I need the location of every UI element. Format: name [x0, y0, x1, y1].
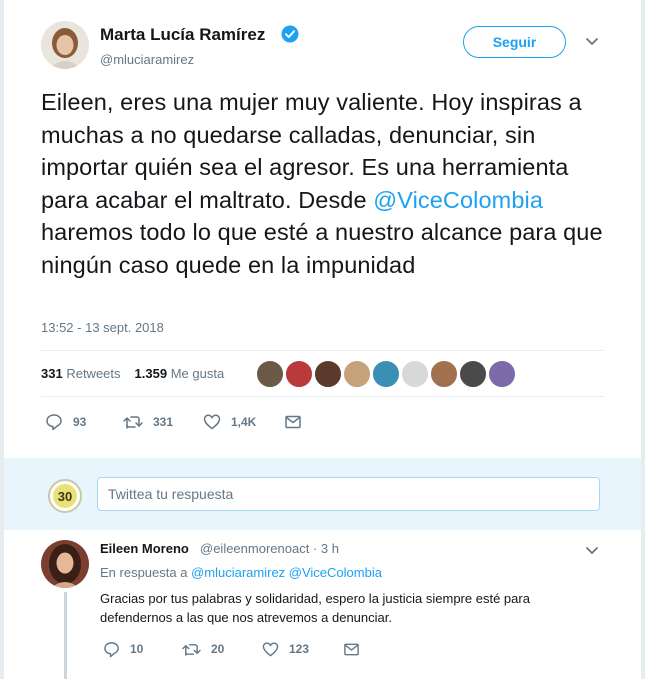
liker-avatar[interactable]: [459, 360, 487, 388]
retweet-button[interactable]: 331: [123, 411, 173, 433]
liker-avatar[interactable]: [372, 360, 400, 388]
like-button[interactable]: 1,4K: [203, 411, 256, 433]
liker-avatar[interactable]: [314, 360, 342, 388]
retweet-icon: [123, 416, 143, 429]
liker-avatar[interactable]: [256, 360, 284, 388]
thread-line: [64, 592, 67, 679]
reply-reply-button[interactable]: 10: [103, 639, 143, 659]
reply-input[interactable]: Twittea tu respuesta: [97, 477, 600, 511]
reply-icon: [104, 641, 119, 657]
verified-badge-icon: [281, 25, 299, 43]
reply-like-count: 123: [289, 642, 310, 656]
mention-link[interactable]: @ViceColombia: [373, 187, 543, 213]
heart-icon: [203, 414, 221, 430]
retweets-count[interactable]: 331: [41, 366, 63, 381]
retweet-count: 331: [153, 415, 174, 429]
in-reply-mentions[interactable]: @mluciaramirez @ViceColombia: [191, 565, 382, 580]
envelope-icon: [344, 643, 359, 655]
reply-retweet-count: 20: [211, 642, 225, 656]
reply-author-name[interactable]: Eileen Moreno: [100, 541, 189, 556]
like-count: 1,4K: [231, 415, 257, 429]
chevron-down-icon[interactable]: [584, 545, 600, 557]
tweet-text: Eileen, eres una mujer muy valiente. Hoy…: [41, 86, 621, 282]
tweet-timestamp[interactable]: 13:52 - 13 sept. 2018: [41, 320, 164, 335]
direct-message-button[interactable]: [284, 411, 312, 433]
reply-count: 93: [73, 415, 87, 429]
reply-author-handle[interactable]: @eileenmorenoact · 3 h: [200, 541, 339, 556]
tweet-card: Marta Lucía Ramírez @mluciaramirez Segui…: [4, 0, 641, 679]
retweets-label[interactable]: Retweets: [66, 366, 120, 381]
reply-text: Gracias por tus palabras y solidaridad, …: [100, 591, 530, 625]
follow-button[interactable]: Seguir: [463, 26, 566, 58]
envelope-icon: [285, 415, 301, 429]
engagement-stats: 331 Retweets 1.359 Me gusta: [41, 366, 224, 381]
current-user-avatar[interactable]: 30: [48, 479, 82, 513]
reply-like-button[interactable]: 123: [262, 639, 309, 659]
reply-author-avatar[interactable]: [41, 540, 89, 588]
page-edge-right: [641, 0, 645, 679]
liker-avatar[interactable]: [488, 360, 516, 388]
divider: [41, 396, 604, 397]
avatar-text: 30: [58, 489, 72, 504]
reply-retweet-button[interactable]: 20: [182, 639, 224, 659]
reply-button[interactable]: 93: [45, 411, 86, 433]
in-reply-to: En respuesta a @mluciaramirez @ViceColom…: [100, 565, 382, 580]
likes-count[interactable]: 1.359: [135, 366, 168, 381]
liker-avatar[interactable]: [285, 360, 313, 388]
reply-icon: [46, 414, 62, 431]
reply-reply-count: 10: [130, 642, 144, 656]
reply-placeholder: Twittea tu respuesta: [108, 486, 234, 502]
divider: [41, 350, 604, 351]
author-handle[interactable]: @mluciaramirez: [100, 52, 194, 67]
in-reply-prefix: En respuesta a: [100, 565, 188, 580]
retweet-icon: [182, 643, 201, 656]
liker-avatar[interactable]: [343, 360, 371, 388]
liker-avatar[interactable]: [430, 360, 458, 388]
author-name[interactable]: Marta Lucía Ramírez: [100, 25, 265, 45]
reply-direct-message-button[interactable]: [343, 639, 370, 659]
liker-avatar[interactable]: [401, 360, 429, 388]
heart-icon: [262, 641, 279, 656]
tweet-text-end: haremos todo lo que esté a nuestro alcan…: [41, 219, 603, 278]
author-avatar[interactable]: [41, 21, 89, 69]
likes-label[interactable]: Me gusta: [171, 366, 224, 381]
chevron-down-icon[interactable]: [584, 36, 600, 48]
